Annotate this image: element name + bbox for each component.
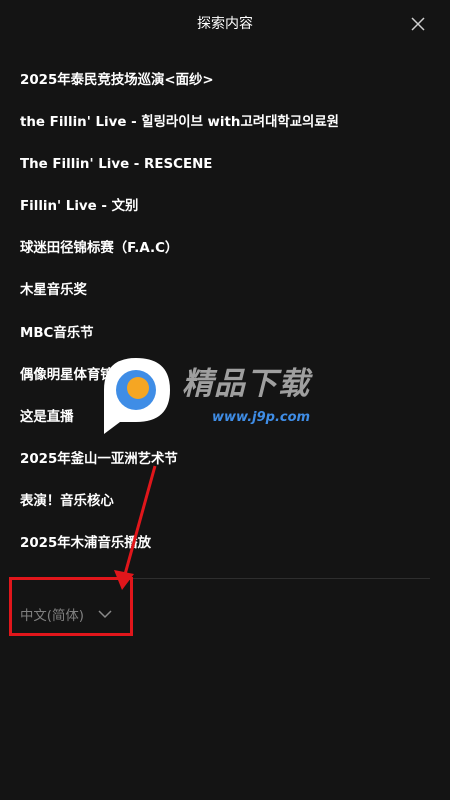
close-icon[interactable] [408,14,428,34]
menu-item-jupiter-awards[interactable]: 木星音乐奖 [20,270,430,312]
menu-item-fillin-healing[interactable]: the Fillin' Live - 힐링라이브 with고려대학교의료원 [20,102,430,144]
menu-item-taemin-tour[interactable]: 2025年泰民竞技场巡演<面纱> [20,60,430,102]
page-title: 探索内容 [197,16,253,32]
menu-item-mbc-festival[interactable]: MBC音乐节 [20,313,430,355]
menu-item-music-core[interactable]: 表演！音乐核心 [20,481,430,523]
menu-item-fac[interactable]: 球迷田径锦标赛（F.A.C） [20,228,430,270]
menu-item-busan-festival[interactable]: 2025年釜山一亚洲艺术节 [20,439,430,481]
header: 探索内容 [0,0,450,44]
menu-item-mokpo-music[interactable]: 2025年木浦音乐播放 [20,523,430,565]
menu-item-fillin-wenbie[interactable]: Fillin' Live - 文别 [20,186,430,228]
menu-item-fillin-rescene[interactable]: The Fillin' Live - RESCENE [20,144,430,186]
menu-item-live[interactable]: 这是直播 [20,397,430,439]
annotation-box [9,577,133,636]
menu-item-idol-sports[interactable]: 偶像明星体育锦标赛 [20,355,430,397]
content-menu: 2025年泰民竞技场巡演<面纱> the Fillin' Live - 힐링라이… [20,60,430,565]
